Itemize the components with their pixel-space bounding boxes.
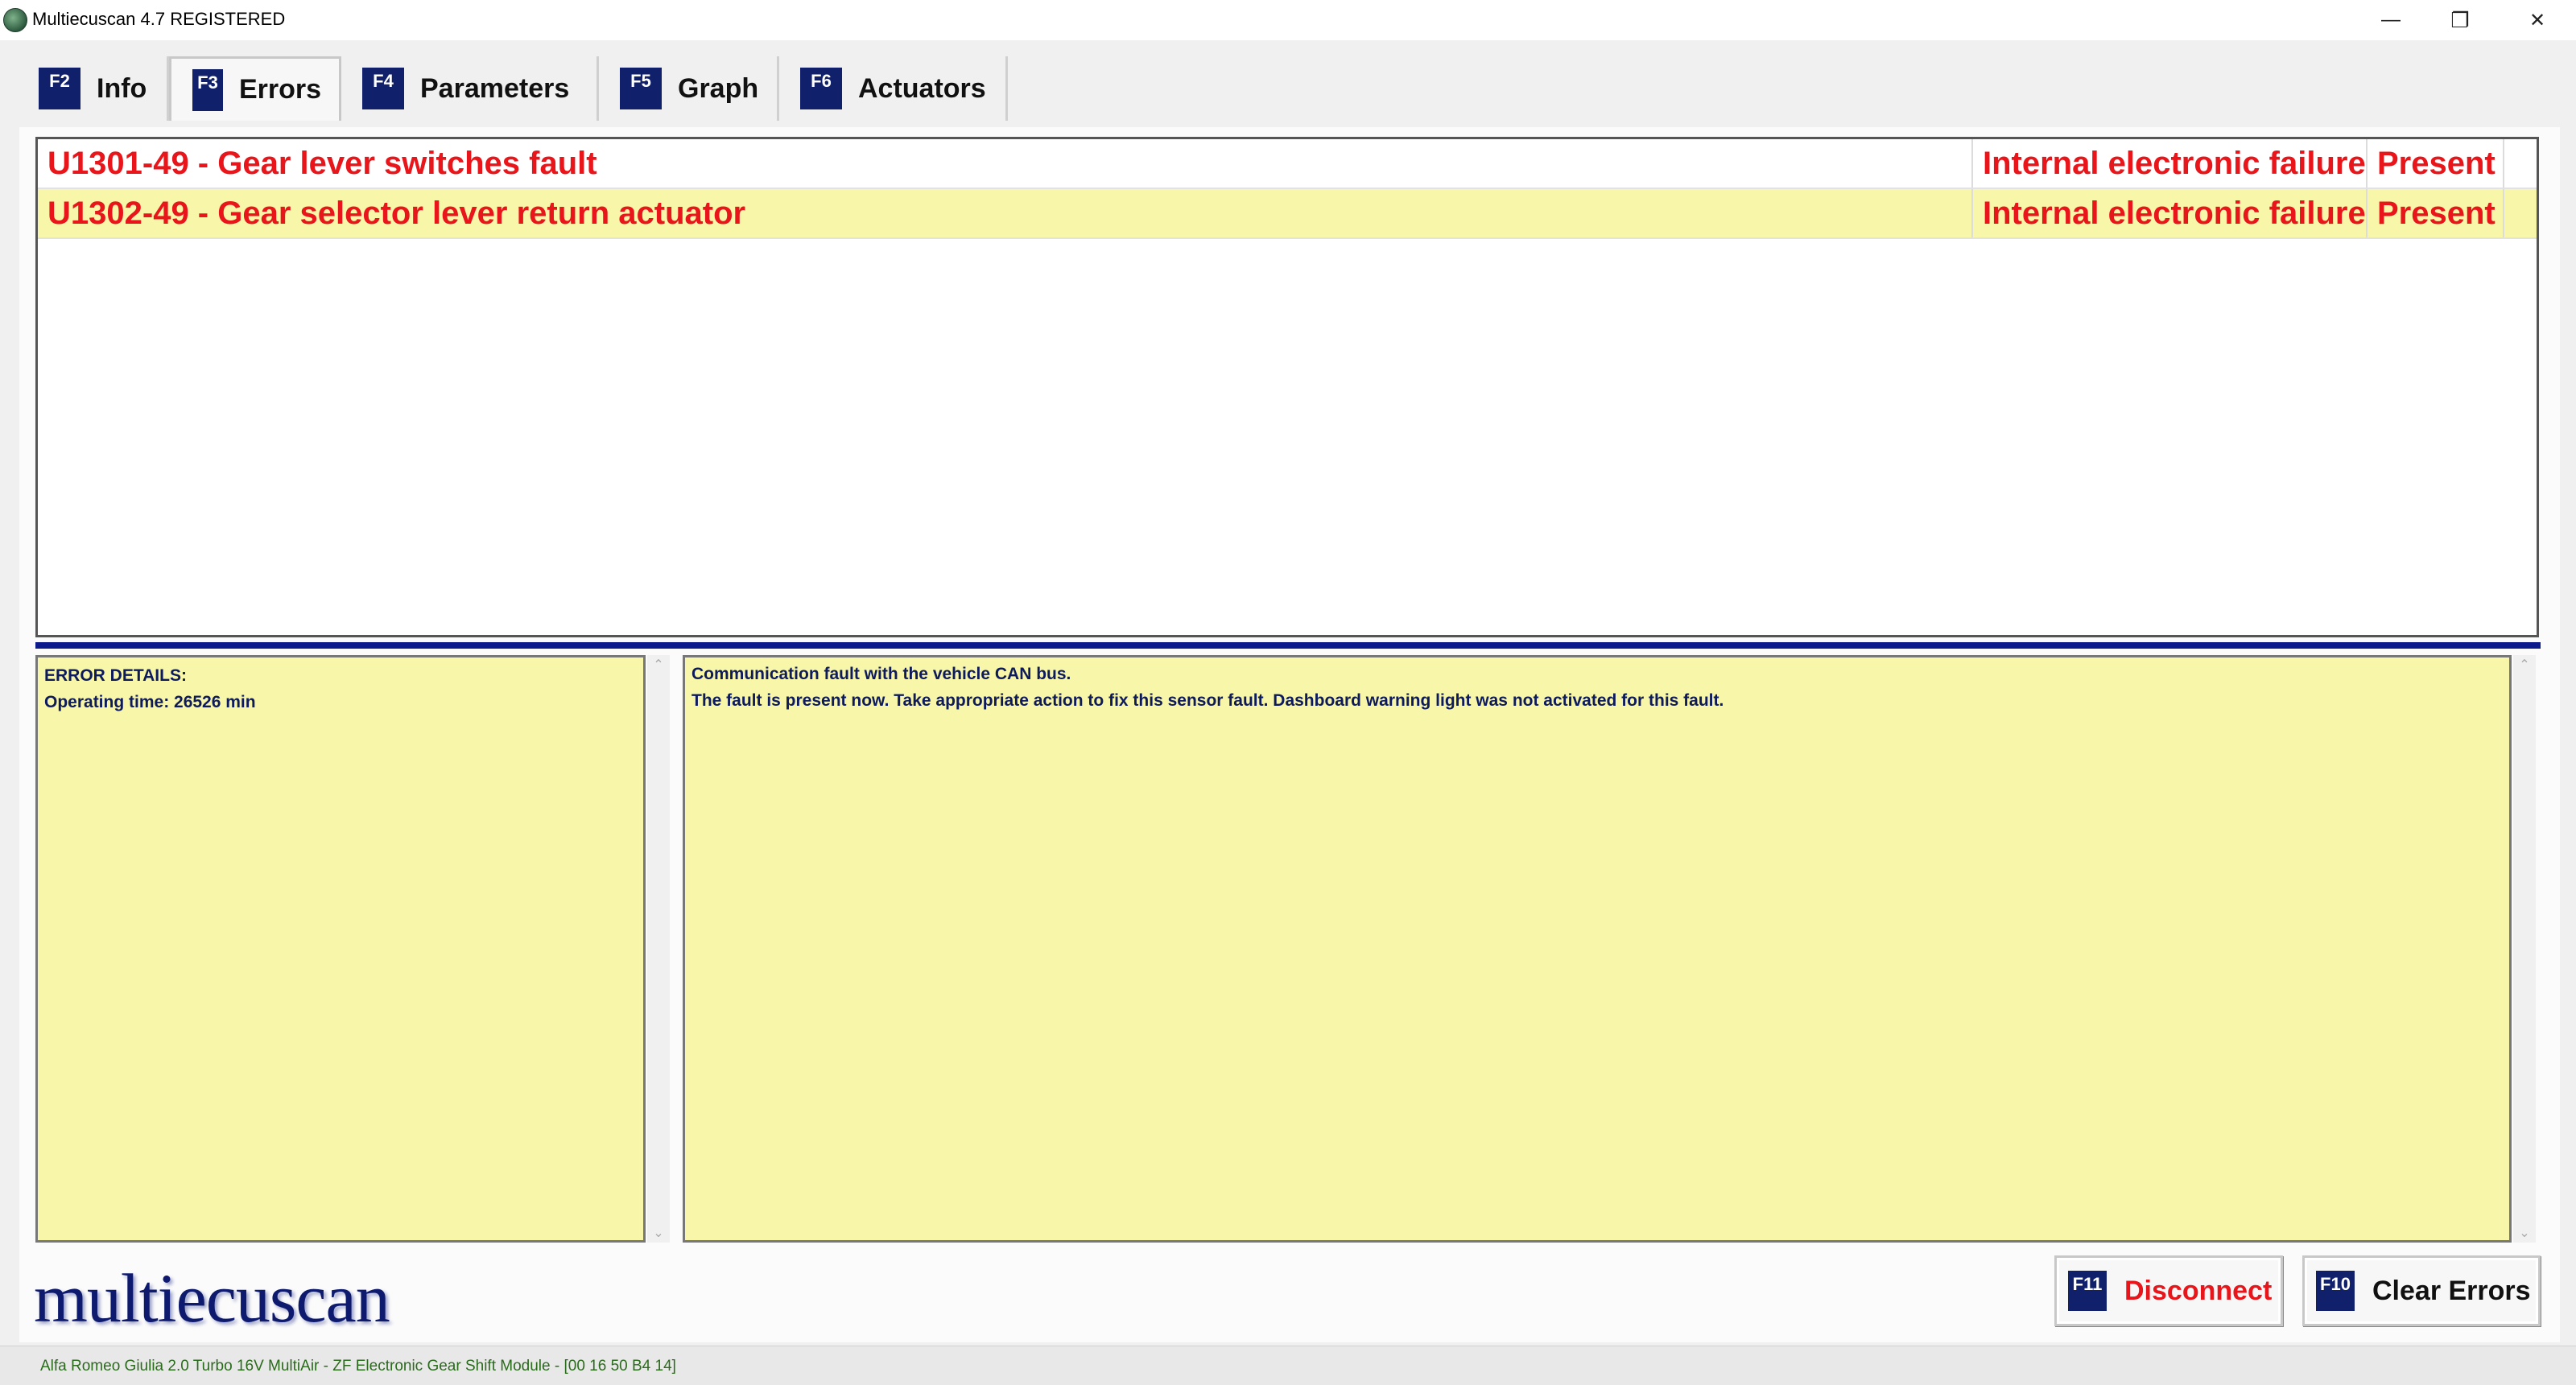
f3-key-badge: F3 <box>192 68 223 111</box>
tab-bar: F2 Info F3 Errors F4 Parameters F5 Graph… <box>18 56 1008 121</box>
scroll-up-icon[interactable]: ⌃ <box>647 657 670 673</box>
f11-key-badge: F11 <box>2068 1271 2107 1311</box>
tab-info[interactable]: F2 Info <box>18 56 169 121</box>
tab-label: Actuators <box>858 72 986 104</box>
error-details-title: ERROR DETAILS: <box>44 666 187 685</box>
minimize-button[interactable]: — <box>2354 0 2428 40</box>
restore-button[interactable]: ❐ <box>2423 0 2497 40</box>
fault-description-line: Communication fault with the vehicle CAN… <box>691 665 1071 683</box>
operating-time: Operating time: 26526 min <box>44 693 256 711</box>
error-details-pane[interactable]: ERROR DETAILS: Operating time: 26526 min <box>35 655 646 1243</box>
error-list[interactable]: U1301-49 - Gear lever switches fault Int… <box>35 137 2539 637</box>
tab-label: Graph <box>678 72 759 104</box>
f4-key-badge: F4 <box>362 68 404 109</box>
close-button[interactable]: ✕ <box>2500 0 2574 40</box>
error-code-cell: U1301-49 - Gear lever switches fault <box>38 139 1973 188</box>
app-logo-icon <box>3 8 27 32</box>
title-bar: Multiecuscan 4.7 REGISTERED — ❐ ✕ <box>0 0 2576 40</box>
tab-errors[interactable]: F3 Errors <box>169 56 341 121</box>
details-right-scrollbar[interactable]: ⌃ ⌄ <box>2513 655 2536 1243</box>
window-title: Multiecuscan 4.7 REGISTERED <box>32 9 286 29</box>
f5-key-badge: F5 <box>620 68 662 109</box>
tab-label: Errors <box>238 74 321 105</box>
clear-errors-label: Clear Errors <box>2372 1275 2531 1306</box>
vehicle-module-info: Alfa Romeo Giulia 2.0 Turbo 16V MultiAir… <box>40 1358 676 1375</box>
fault-description-line: The fault is present now. Take appropria… <box>691 691 1724 710</box>
tab-actuators[interactable]: F6 Actuators <box>779 56 1008 121</box>
details-left-scrollbar[interactable]: ⌃ ⌄ <box>647 655 670 1243</box>
clear-errors-button[interactable]: F10 Clear Errors <box>2302 1255 2541 1326</box>
status-bar: Alfa Romeo Giulia 2.0 Turbo 16V MultiAir… <box>0 1346 2576 1385</box>
f2-key-badge: F2 <box>39 68 80 109</box>
tab-parameters[interactable]: F4 Parameters <box>341 56 599 121</box>
panel-divider[interactable] <box>35 642 2541 649</box>
disconnect-button[interactable]: F11 Disconnect <box>2054 1255 2283 1326</box>
f10-key-badge: F10 <box>2316 1271 2355 1311</box>
scroll-down-icon[interactable]: ⌄ <box>2513 1225 2536 1241</box>
multiecuscan-logo: multiecuscan <box>34 1259 390 1337</box>
fault-description-pane[interactable]: Communication fault with the vehicle CAN… <box>683 655 2512 1243</box>
error-row[interactable]: U1301-49 - Gear lever switches fault Int… <box>38 139 2537 189</box>
error-status-cell: Present <box>2368 139 2504 188</box>
error-description-cell: Internal electronic failure <box>1973 189 2368 237</box>
scroll-up-icon[interactable]: ⌃ <box>2513 657 2536 673</box>
tab-label: Info <box>97 72 147 104</box>
f6-key-badge: F6 <box>800 68 842 109</box>
error-code-cell: U1302-49 - Gear selector lever return ac… <box>38 189 1973 237</box>
scroll-down-icon[interactable]: ⌄ <box>647 1225 670 1241</box>
tab-label: Parameters <box>420 72 570 104</box>
tab-graph[interactable]: F5 Graph <box>599 56 779 121</box>
error-row[interactable]: U1302-49 - Gear selector lever return ac… <box>38 189 2537 239</box>
error-description-cell: Internal electronic failure <box>1973 139 2368 188</box>
error-status-cell: Present <box>2368 189 2504 237</box>
disconnect-label: Disconnect <box>2124 1275 2273 1306</box>
